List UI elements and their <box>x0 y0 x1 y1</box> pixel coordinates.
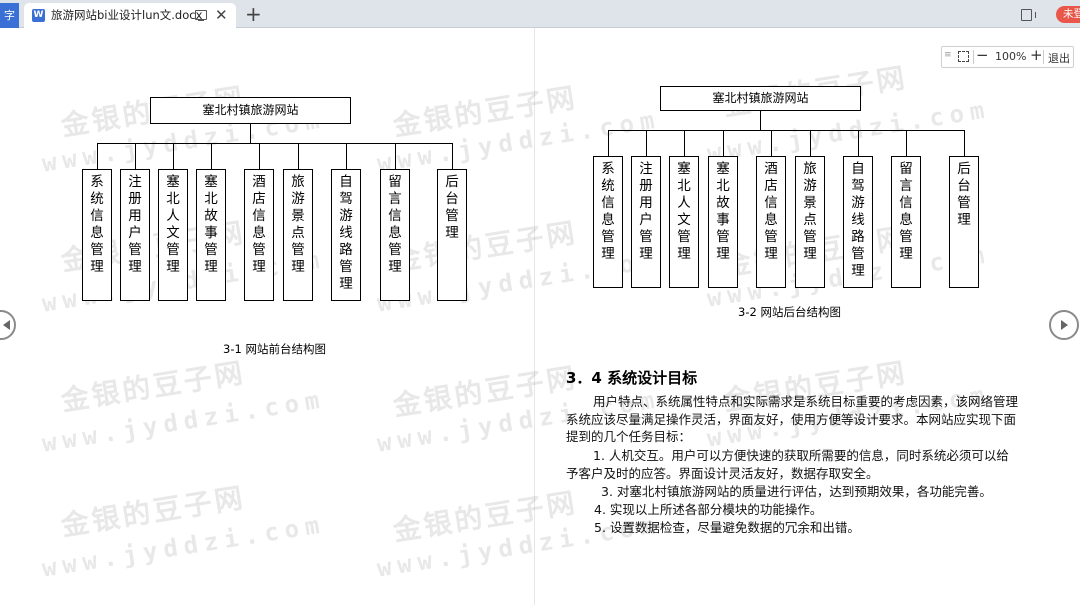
org-chart-node-label: 塞北故事管理 <box>716 161 730 262</box>
org-chart-node: 后台管理 <box>949 156 979 288</box>
connector-line <box>97 143 453 144</box>
close-tab-icon[interactable]: ✕ <box>215 6 228 24</box>
figure-caption-right: 3-2 网站后台结构图 <box>738 305 841 319</box>
connector-line <box>97 143 98 169</box>
connector-line <box>723 130 724 156</box>
tab-document-title: 旅游网站bi业设计lun文.docx <box>51 8 203 22</box>
watermark-text: 金银的豆子网 <box>58 355 248 418</box>
org-chart-node-label: 后台管理 <box>445 174 459 241</box>
org-chart-node: 塞北故事管理 <box>708 156 738 288</box>
org-chart-node: 注册用户管理 <box>631 156 661 288</box>
connector-line <box>646 130 647 156</box>
zoom-in-button[interactable]: + <box>1030 46 1043 64</box>
org-chart-node: 酒店信息管理 <box>244 169 274 301</box>
watermark-text: 金银的豆子网 <box>390 360 580 423</box>
zoom-toolbar: ≡ − 100% + 退出 <box>941 46 1074 68</box>
org-chart-node: 留言信息管理 <box>891 156 921 288</box>
connector-line <box>211 143 212 169</box>
watermark-text: 金银的豆子网 <box>390 80 580 143</box>
connector-line <box>608 130 609 156</box>
list-item: 4. 实现以上所述各部分模块的功能操作。 <box>594 502 823 517</box>
org-chart-node-label: 自驾游线路管理 <box>339 174 353 292</box>
watermark-text: 金银的豆子网 <box>390 215 580 278</box>
watermark-text: 金银的豆子网 <box>390 485 580 548</box>
watermark-text: 金银的豆子网 <box>58 480 248 543</box>
connector-line <box>810 130 811 156</box>
org-chart-root: 塞北村镇旅游网站 <box>150 97 351 124</box>
section-heading: 3．4 系统设计目标 <box>566 369 698 387</box>
connector-line <box>135 143 136 169</box>
connector-line <box>964 130 965 156</box>
org-chart-node: 自驾游线路管理 <box>331 169 361 301</box>
connector-line <box>608 130 965 131</box>
page-divider <box>534 28 535 605</box>
org-chart-node: 后台管理 <box>437 169 467 301</box>
connector-line <box>298 143 299 169</box>
watermark-text: www.jyddzi.com <box>40 510 328 583</box>
org-chart-root: 塞北村镇旅游网站 <box>660 86 861 111</box>
login-button[interactable]: 未登 <box>1056 6 1080 23</box>
org-chart-node-label: 塞北故事管理 <box>204 174 218 275</box>
org-chart-node: 留言信息管理 <box>380 169 410 301</box>
org-chart-node: 塞北人文管理 <box>158 169 188 301</box>
org-chart-node: 注册用户管理 <box>120 169 150 301</box>
chevron-right-icon <box>1061 320 1068 330</box>
connector-line <box>760 111 761 130</box>
monitor-icon[interactable] <box>195 10 207 22</box>
org-chart-node-label: 注册用户管理 <box>128 174 142 275</box>
org-chart-node: 自驾游线路管理 <box>843 156 873 288</box>
org-chart-node-label: 旅游景点管理 <box>803 161 817 262</box>
list-item: 1. 人机交互。用户可以方便快速的获取所需要的信息，同时系统必须可以给予客户及时… <box>566 448 1009 481</box>
org-chart-node: 塞北人文管理 <box>669 156 699 288</box>
exit-fullscreen-button[interactable]: 退出 <box>1048 50 1070 66</box>
org-chart-node: 塞北故事管理 <box>196 169 226 301</box>
connector-line <box>906 130 907 156</box>
list-item: 3. 对塞北村镇旅游网站的质量进行评估，达到预期效果，各功能完善。 <box>601 484 992 499</box>
org-chart-node-label: 塞北人文管理 <box>677 161 691 262</box>
tab-document[interactable]: W 旅游网站bi业设计lun文.docx ✕ <box>24 3 236 28</box>
connector-line <box>684 130 685 156</box>
connector-line <box>858 130 859 156</box>
org-chart-node-label: 系统信息管理 <box>90 174 104 275</box>
connector-line <box>771 130 772 156</box>
zoom-level: 100% <box>995 50 1027 63</box>
list-item: 5. 设置数据检查，尽量避免数据的冗余和出错。 <box>594 520 860 535</box>
org-chart-node-label: 旅游景点管理 <box>291 174 305 275</box>
chevron-left-icon <box>3 320 10 330</box>
watermark-text: www.jyddzi.com <box>40 385 328 458</box>
org-chart-node: 系统信息管理 <box>593 156 623 288</box>
body-paragraph: 用户特点、系统属性特点和实际需求是系统目标重要的考虑因素，该网络管理系统应该尽量… <box>566 394 1019 444</box>
connector-line <box>250 124 251 143</box>
new-tab-button[interactable]: + <box>245 2 262 26</box>
next-page-button[interactable] <box>1049 310 1079 340</box>
connector-line <box>395 143 396 169</box>
connector-line <box>452 143 453 169</box>
fit-page-icon[interactable] <box>958 51 969 62</box>
org-chart-node-label: 酒店信息管理 <box>252 174 266 275</box>
org-chart-node: 旅游景点管理 <box>283 169 313 301</box>
tab-partial[interactable]: 字 <box>0 3 19 28</box>
connector-line <box>259 143 260 169</box>
previous-page-button[interactable] <box>0 310 16 340</box>
org-chart-node: 系统信息管理 <box>82 169 112 301</box>
word-doc-icon: W <box>32 9 45 22</box>
org-chart-node-label: 留言信息管理 <box>388 174 402 275</box>
org-chart-node-label: 系统信息管理 <box>601 161 615 262</box>
figure-caption-left: 3-1 网站前台结构图 <box>223 342 326 356</box>
org-chart-node-label: 注册用户管理 <box>639 161 653 262</box>
org-chart-node-label: 自驾游线路管理 <box>851 161 865 279</box>
window-layout-icon[interactable] <box>1021 9 1036 21</box>
org-chart-node: 酒店信息管理 <box>756 156 786 288</box>
connector-line <box>173 143 174 169</box>
drag-grip-icon[interactable]: ≡ <box>944 50 952 60</box>
org-chart-node: 旅游景点管理 <box>795 156 825 288</box>
org-chart-node-label: 后台管理 <box>957 161 971 228</box>
zoom-out-button[interactable]: − <box>976 46 989 64</box>
tab-bar: 字 W 旅游网站bi业设计lun文.docx ✕ + 未登 <box>0 0 1080 28</box>
org-chart-node-label: 留言信息管理 <box>899 161 913 262</box>
org-chart-node-label: 酒店信息管理 <box>764 161 778 262</box>
org-chart-node-label: 塞北人文管理 <box>166 174 180 275</box>
connector-line <box>346 143 347 169</box>
